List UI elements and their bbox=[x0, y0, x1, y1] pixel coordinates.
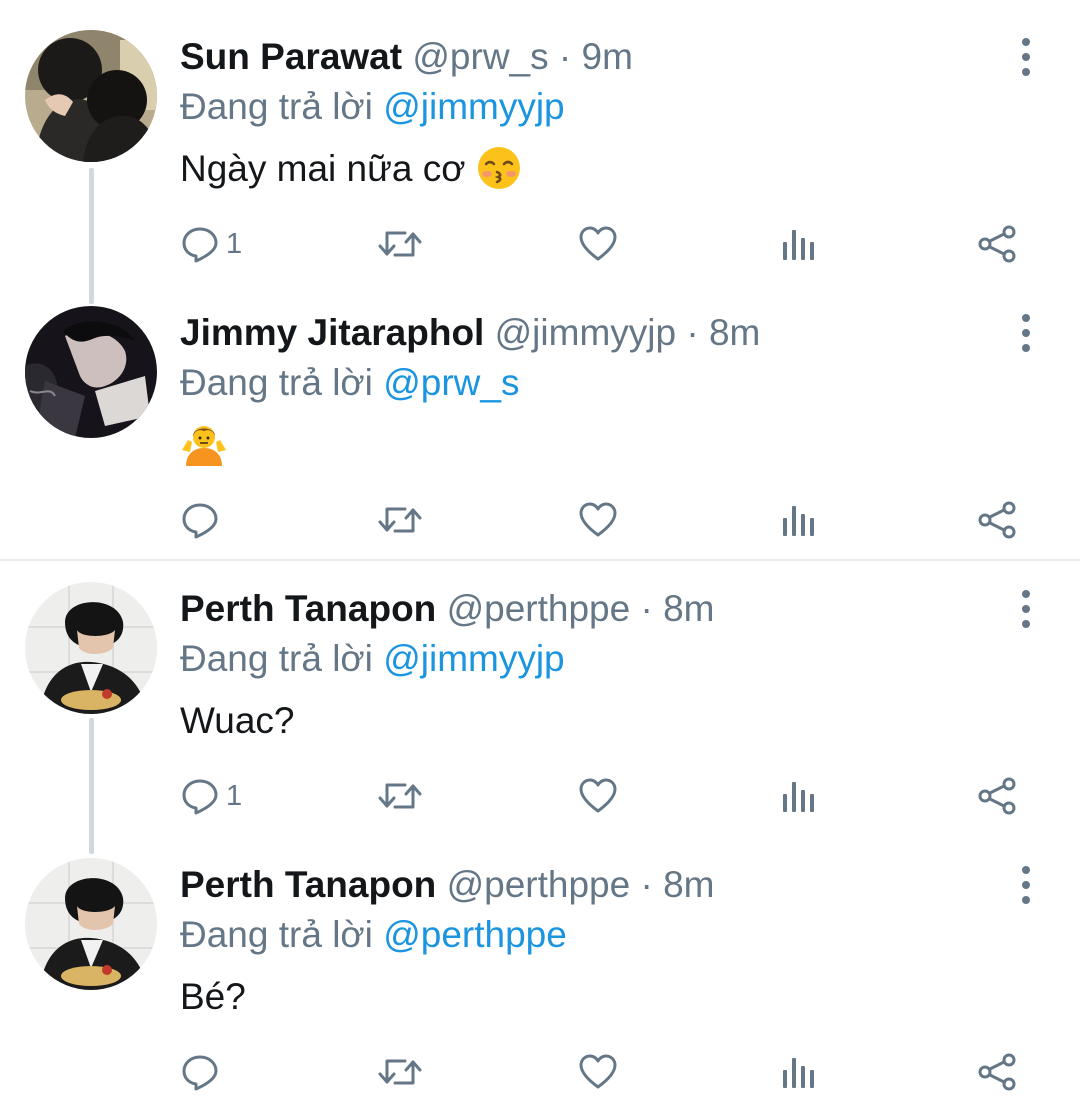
analytics-icon bbox=[783, 1058, 814, 1088]
mention-link[interactable]: @perthppe bbox=[383, 914, 567, 955]
replying-to: Đang trả lời @prw_s bbox=[180, 358, 519, 408]
avatar[interactable] bbox=[25, 30, 157, 162]
analytics-button[interactable] bbox=[778, 774, 818, 818]
header-separator: · bbox=[640, 588, 653, 629]
author-handle[interactable]: @prw_s bbox=[412, 36, 548, 77]
tweet[interactable]: Jimmy Jitaraphol @jimmyyjp · 8m Đang trả… bbox=[0, 276, 1080, 556]
person-shrugging-emoji bbox=[182, 426, 226, 466]
reply-icon bbox=[182, 779, 218, 815]
share-icon bbox=[978, 501, 1016, 539]
reply-button[interactable]: 1 bbox=[180, 222, 242, 266]
analytics-button[interactable] bbox=[778, 222, 818, 266]
reply-icon bbox=[182, 1055, 218, 1091]
share-button[interactable] bbox=[976, 774, 1018, 818]
retweet-icon bbox=[378, 783, 422, 809]
tweet-text: Wuac? bbox=[180, 696, 295, 746]
analytics-button[interactable] bbox=[778, 1050, 818, 1094]
tweet[interactable]: Perth Tanapon @perthppe · 8m Đang trả lờ… bbox=[0, 828, 1080, 1108]
share-button[interactable] bbox=[976, 1050, 1018, 1094]
heart-icon bbox=[579, 778, 617, 813]
header-separator: · bbox=[640, 864, 653, 905]
author-name[interactable]: Jimmy Jitaraphol bbox=[180, 312, 484, 353]
retweet-button[interactable] bbox=[378, 774, 422, 818]
analytics-icon bbox=[783, 230, 814, 260]
replying-to: Đang trả lời @jimmyyjp bbox=[180, 82, 565, 132]
reply-count: 1 bbox=[226, 779, 243, 812]
tweet-text-content: Wuac? bbox=[180, 700, 295, 741]
tweet[interactable]: Perth Tanapon @perthppe · 8m Đang trả lờ… bbox=[0, 552, 1080, 832]
tweet-text bbox=[180, 420, 228, 471]
tweet-text: Ngày mai nữa cơ bbox=[180, 144, 522, 194]
author-name[interactable]: Sun Parawat bbox=[180, 36, 402, 77]
retweet-icon bbox=[378, 1059, 422, 1085]
kissing-face-emoji bbox=[477, 147, 520, 189]
replying-to: Đang trả lời @jimmyyjp bbox=[180, 634, 565, 684]
reply-button[interactable] bbox=[180, 1050, 226, 1094]
tweet-time[interactable]: 8m bbox=[663, 864, 714, 905]
mention-link[interactable]: @jimmyyjp bbox=[383, 86, 564, 127]
like-button[interactable] bbox=[578, 1050, 618, 1094]
header-separator: · bbox=[558, 36, 572, 77]
avatar[interactable] bbox=[25, 858, 157, 990]
tweet-header: Perth Tanapon @perthppe · 8m bbox=[180, 584, 715, 634]
mention-link[interactable]: @prw_s bbox=[383, 362, 519, 403]
reply-count: 1 bbox=[226, 227, 243, 260]
tweet-time[interactable]: 9m bbox=[582, 36, 633, 77]
like-button[interactable] bbox=[578, 498, 618, 542]
tweet-header: Perth Tanapon @perthppe · 8m bbox=[180, 860, 715, 910]
like-button[interactable] bbox=[578, 774, 618, 818]
share-button[interactable] bbox=[976, 498, 1018, 542]
analytics-icon bbox=[783, 782, 814, 812]
header-separator: · bbox=[686, 312, 699, 353]
share-button[interactable] bbox=[976, 222, 1018, 266]
retweet-icon bbox=[378, 507, 422, 533]
replying-to-label: Đang trả lời bbox=[180, 86, 373, 127]
tweet-header: Sun Parawat @prw_s · 9m bbox=[180, 32, 633, 82]
more-options-icon[interactable] bbox=[1005, 588, 1047, 630]
tweet-text-content: Bé? bbox=[180, 976, 246, 1017]
share-icon bbox=[978, 225, 1016, 263]
analytics-button[interactable] bbox=[778, 498, 818, 542]
author-name[interactable]: Perth Tanapon bbox=[180, 588, 436, 629]
share-icon bbox=[978, 777, 1016, 815]
replying-to-label: Đang trả lời bbox=[180, 638, 373, 679]
tweet-time[interactable]: 8m bbox=[663, 588, 714, 629]
tweet[interactable]: Sun Parawat @prw_s · 9m Đang trả lời @ji… bbox=[0, 0, 1080, 280]
like-button[interactable] bbox=[578, 222, 618, 266]
tweet-text: Bé? bbox=[180, 972, 246, 1022]
more-options-icon[interactable] bbox=[1005, 36, 1047, 78]
heart-icon bbox=[579, 1054, 617, 1089]
author-handle[interactable]: @jimmyyjp bbox=[495, 312, 676, 353]
more-options-icon[interactable] bbox=[1005, 864, 1047, 906]
replying-to-label: Đang trả lời bbox=[180, 914, 373, 955]
tweet-header: Jimmy Jitaraphol @jimmyyjp · 8m bbox=[180, 308, 760, 358]
reply-button[interactable]: 1 bbox=[180, 774, 242, 818]
heart-icon bbox=[579, 502, 617, 537]
replying-to: Đang trả lời @perthppe bbox=[180, 910, 567, 960]
author-name[interactable]: Perth Tanapon bbox=[180, 864, 436, 905]
more-options-icon[interactable] bbox=[1005, 312, 1047, 354]
tweet-time[interactable]: 8m bbox=[709, 312, 760, 353]
author-handle[interactable]: @perthppe bbox=[447, 864, 631, 905]
retweet-button[interactable] bbox=[378, 498, 422, 542]
mention-link[interactable]: @jimmyyjp bbox=[383, 638, 564, 679]
reply-icon bbox=[182, 227, 218, 263]
share-icon bbox=[978, 1053, 1016, 1091]
heart-icon bbox=[579, 226, 617, 261]
retweet-button[interactable] bbox=[378, 222, 422, 266]
tweet-text-content: Ngày mai nữa cơ bbox=[180, 148, 466, 189]
retweet-icon bbox=[378, 231, 422, 257]
replying-to-label: Đang trả lời bbox=[180, 362, 373, 403]
avatar[interactable] bbox=[25, 306, 157, 438]
author-handle[interactable]: @perthppe bbox=[447, 588, 631, 629]
reply-icon bbox=[182, 503, 218, 539]
analytics-icon bbox=[783, 506, 814, 536]
retweet-button[interactable] bbox=[378, 1050, 422, 1094]
reply-button[interactable] bbox=[180, 498, 226, 542]
avatar[interactable] bbox=[25, 582, 157, 714]
